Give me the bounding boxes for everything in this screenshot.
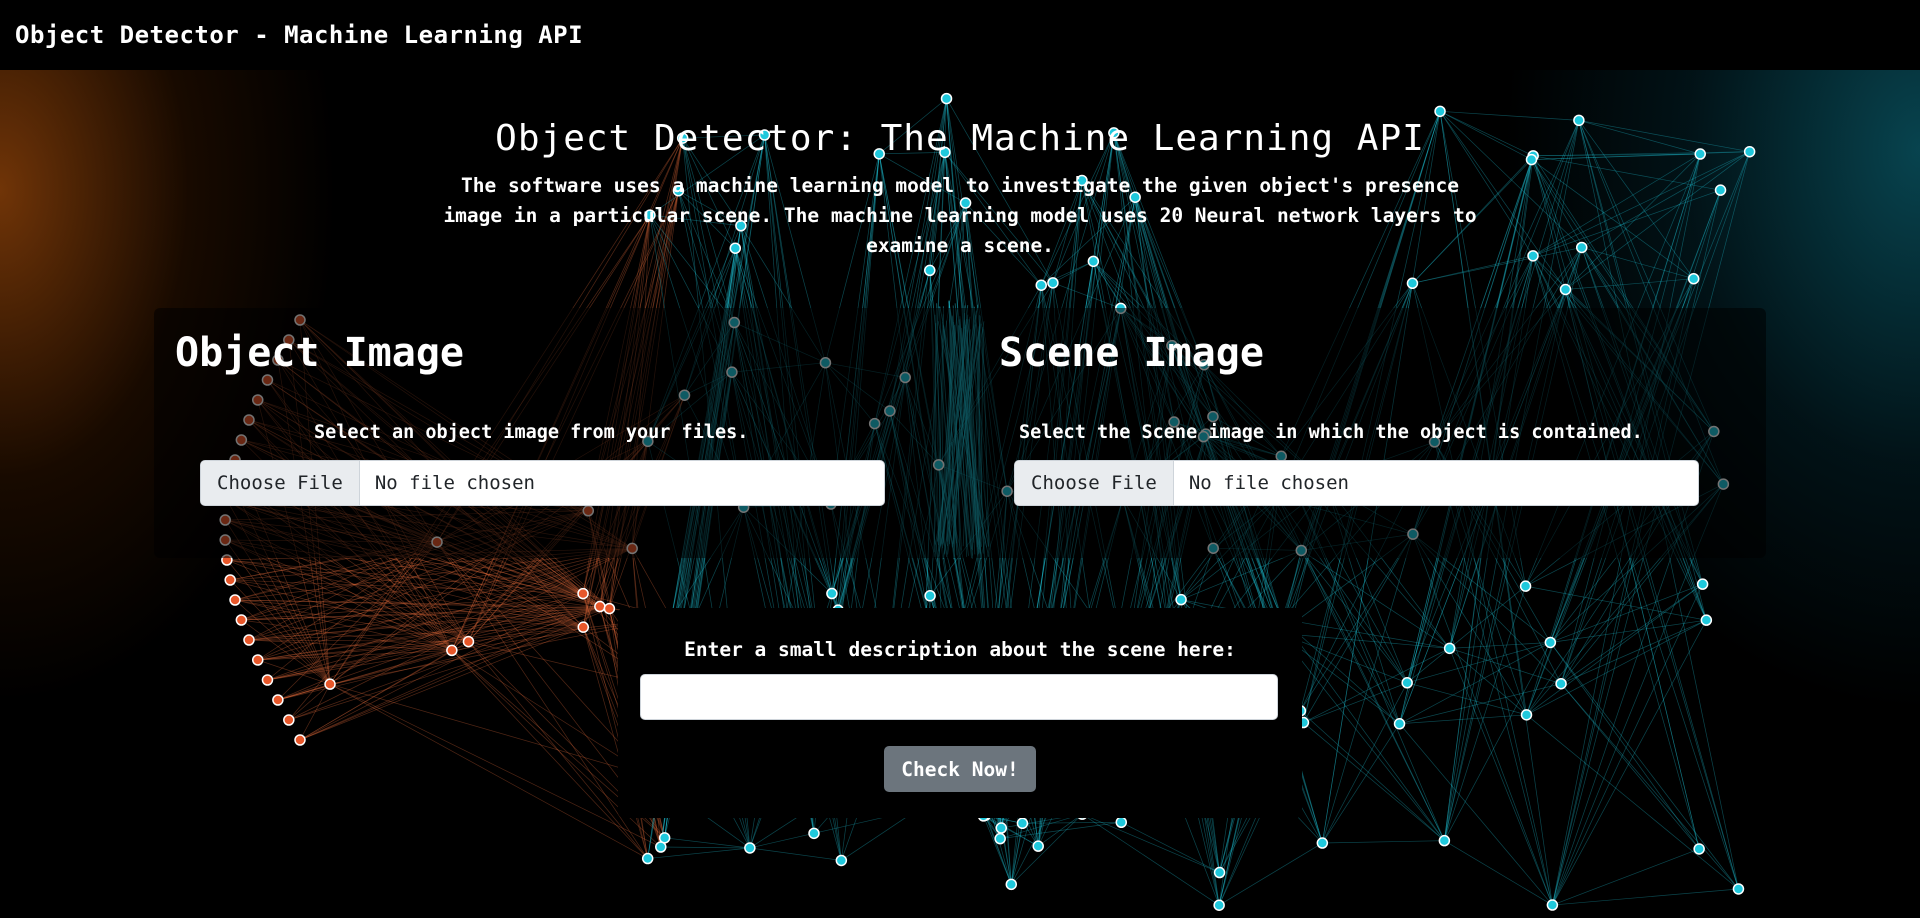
scene-file-input[interactable]: Choose File No file chosen: [1014, 460, 1699, 506]
page-title: Object Detector: The Machine Learning AP…: [495, 118, 1425, 159]
object-choose-file-button[interactable]: Choose File: [201, 461, 360, 505]
description-panel: Enter a small description about the scen…: [618, 608, 1302, 818]
object-image-heading: Object Image: [175, 330, 464, 376]
scene-choose-file-button[interactable]: Choose File: [1015, 461, 1174, 505]
brand-link[interactable]: Object Detector - Machine Learning API: [15, 21, 583, 49]
object-file-status: No file chosen: [374, 472, 535, 494]
object-file-input[interactable]: Choose File No file chosen: [200, 460, 885, 506]
object-image-instruction: Select an object image from your files.: [314, 422, 749, 443]
check-now-button[interactable]: Check Now!: [884, 746, 1036, 792]
scene-file-status: No file chosen: [1188, 472, 1349, 494]
scene-description-input[interactable]: [640, 674, 1278, 720]
scene-description-label: Enter a small description about the scen…: [684, 638, 1236, 661]
scene-image-section: Scene Image Select the Scene image in wh…: [989, 308, 1766, 558]
upload-panel: Object Image Select an object image from…: [154, 308, 1766, 558]
top-navbar: Object Detector - Machine Learning API: [0, 0, 1920, 70]
object-image-section: Object Image Select an object image from…: [154, 308, 960, 558]
scene-image-heading: Scene Image: [999, 330, 1264, 376]
page-description: The software uses a machine learning mod…: [443, 174, 1477, 257]
scene-image-instruction: Select the Scene image in which the obje…: [1019, 422, 1643, 443]
hero-section: Object Detector: The Machine Learning AP…: [0, 118, 1920, 261]
